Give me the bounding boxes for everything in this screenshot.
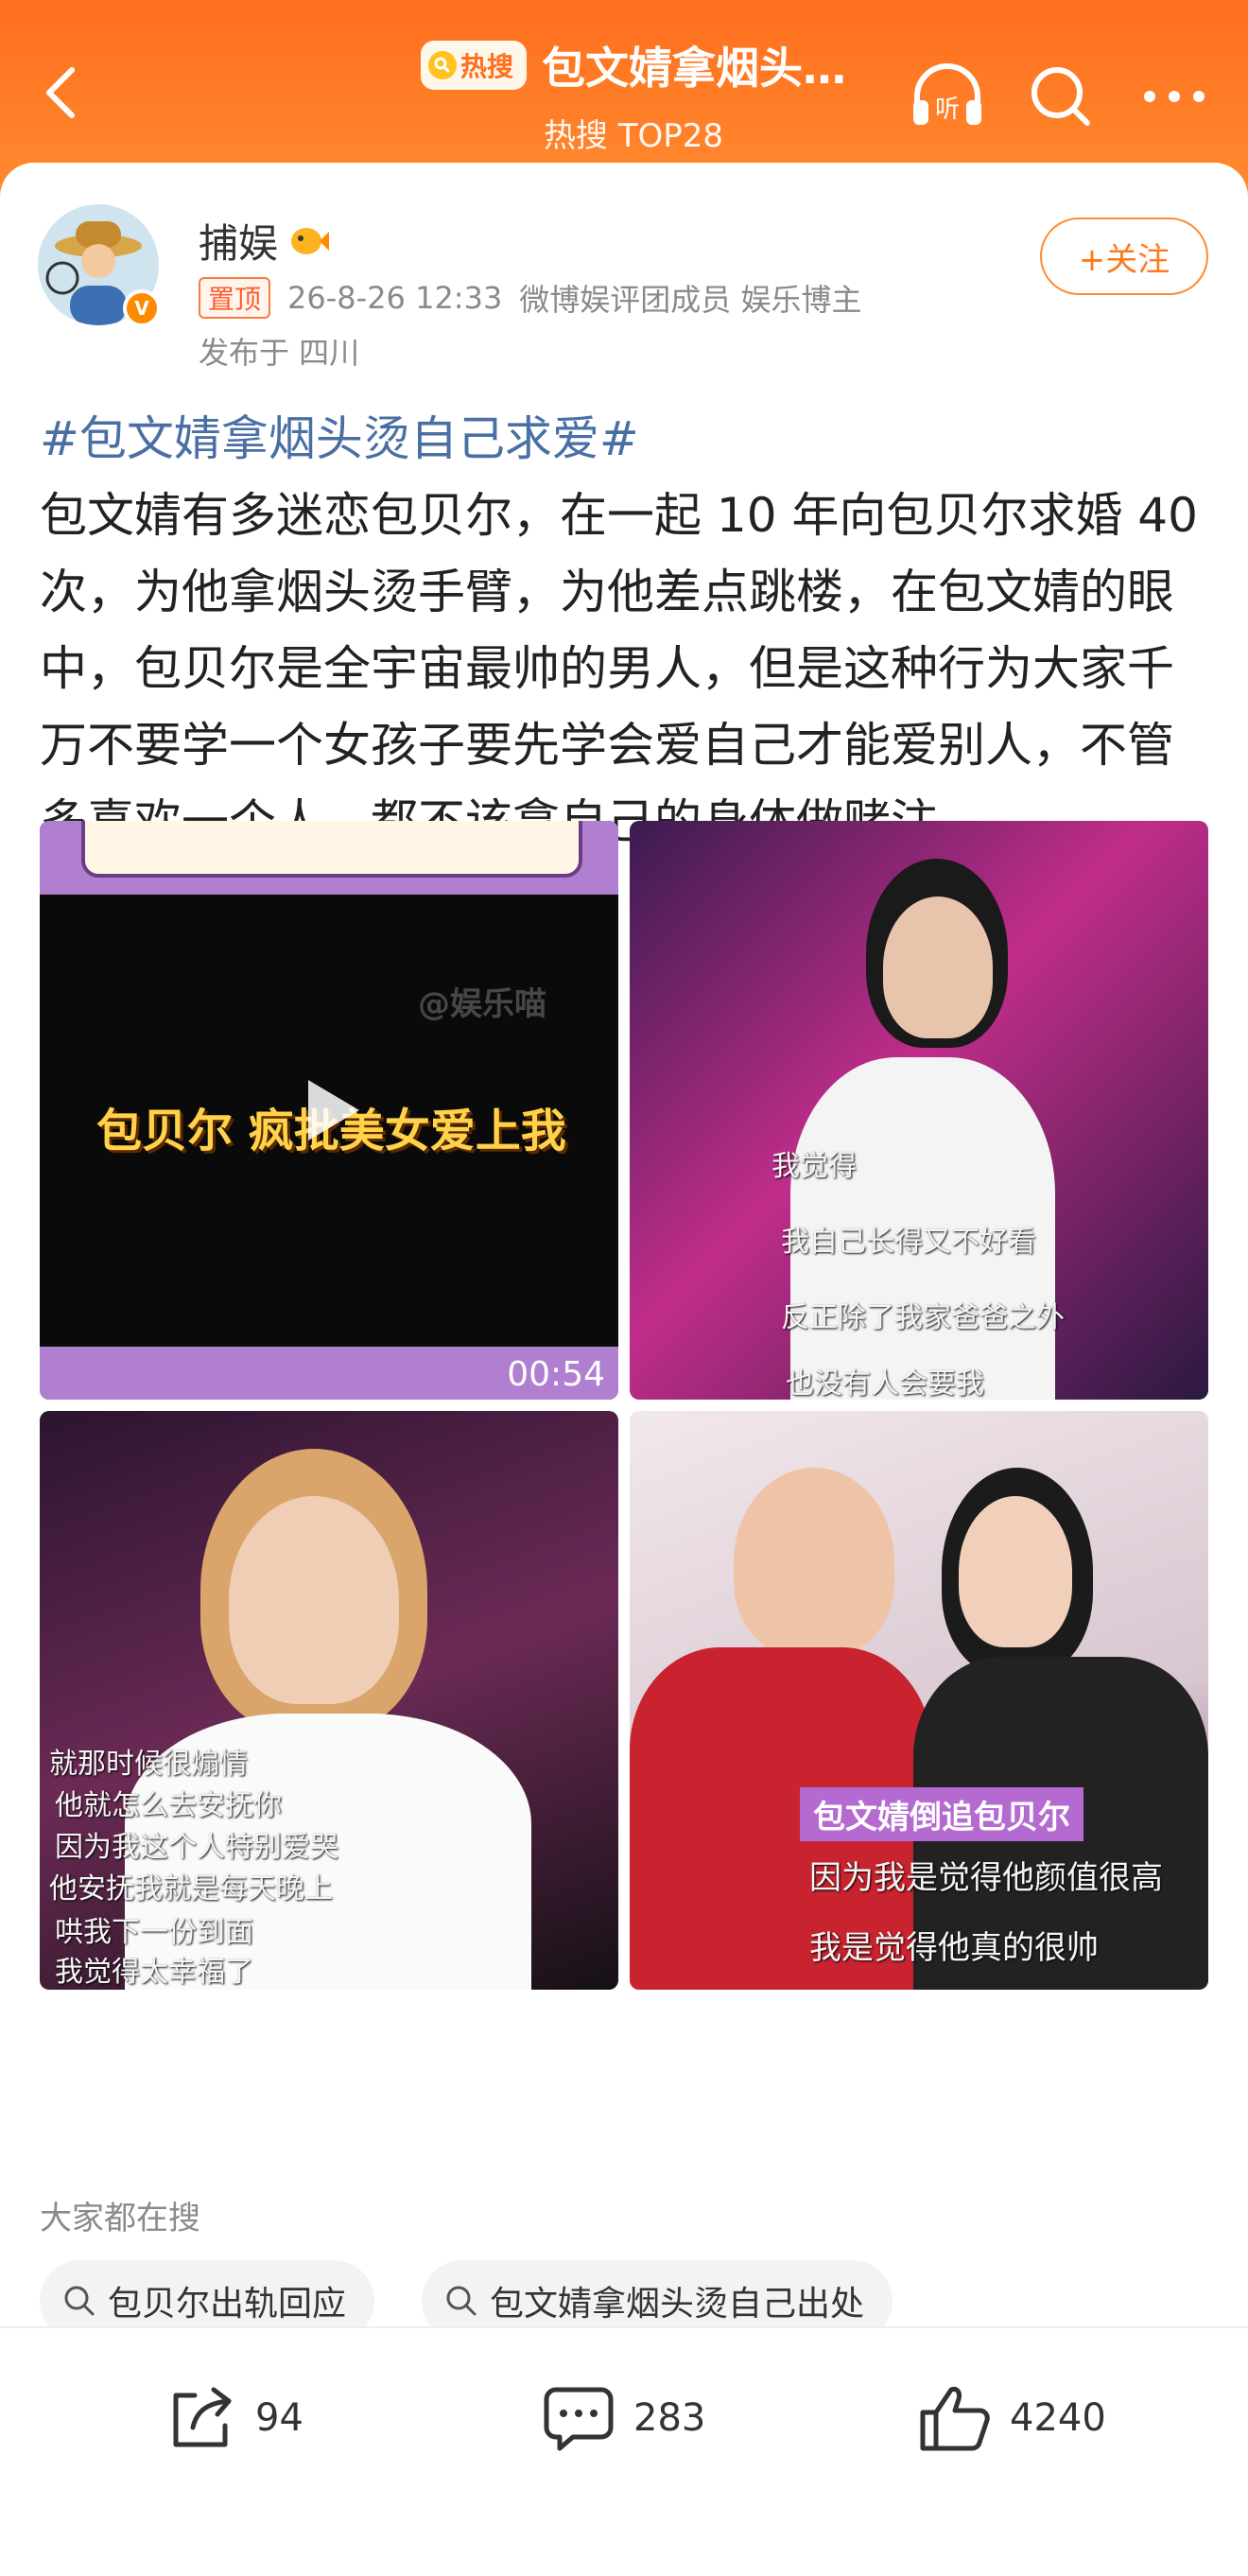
follow-button[interactable]: +关注 <box>1040 218 1208 295</box>
search-icon <box>64 2286 95 2316</box>
play-icon[interactable] <box>291 1072 367 1148</box>
video-watermark: @娱乐喵 <box>418 985 546 1023</box>
post-location: 发布于 四川 <box>199 335 360 371</box>
share-icon <box>173 2387 232 2447</box>
hashtag-link[interactable]: #包文婧拿烟头烫自己求爱# <box>40 401 1212 478</box>
image-thumbnail[interactable]: 就那时候很煽情 他就怎么去安抚你 因为我这个人特别爱哭 他安抚我就是每天晚上 哄… <box>40 1411 618 1990</box>
search-icon <box>427 51 457 79</box>
media-grid: @娱乐喵 包贝尔 疯批美女爱上我 00:54 我觉得 我自己长得又不好看 反正除… <box>40 821 1208 1990</box>
search-icon <box>1031 67 1090 126</box>
hot-badge-label: 热搜 <box>459 51 513 82</box>
verified-badge-icon: V <box>123 289 161 327</box>
like-button[interactable]: 4240 <box>917 2376 1106 2461</box>
pinned-badge: 置顶 <box>199 277 271 319</box>
more-button[interactable] <box>1135 57 1214 136</box>
username-row[interactable]: 捕娱 <box>199 212 330 270</box>
page-title: 包文婧拿烟头… <box>542 43 846 94</box>
related-search-title: 大家都在搜 <box>40 2200 200 2237</box>
comment-count: 283 <box>633 2396 706 2440</box>
like-count: 4240 <box>1010 2396 1106 2440</box>
headphones-icon: 听 <box>913 63 981 125</box>
action-bar: 94 283 4240 <box>0 2326 1248 2576</box>
post-timestamp: 26-8-26 12:33 <box>287 280 503 316</box>
listen-button[interactable]: 听 <box>908 57 987 136</box>
page-subtitle: 热搜 TOP28 <box>543 117 724 155</box>
search-icon <box>446 2286 477 2316</box>
search-button[interactable] <box>1021 57 1101 136</box>
search-chip-label: 包贝尔出轨回应 <box>108 2285 347 2324</box>
more-dots-icon <box>1144 91 1205 102</box>
author-roles: 微博娱评团成员 娱乐博主 <box>519 282 862 318</box>
header-title-block: 热搜 包文婧拿烟头… 热搜 TOP28 <box>369 34 898 156</box>
username: 捕娱 <box>199 220 279 267</box>
image-thumbnail[interactable]: 我觉得 我自己长得又不好看 反正除了我家爸爸之外 也没有人会要我 <box>630 821 1208 1400</box>
search-chip-label: 包文婧拿烟头烫自己出处 <box>490 2285 865 2324</box>
image-thumbnail[interactable]: 包文婧倒追包贝尔 因为我是觉得他颜值很高 我是觉得他真的很帅 <box>630 1411 1208 1990</box>
hot-search-badge: 热搜 <box>420 41 527 90</box>
post-text: #包文婧拿烟头烫自己求爱# 包文婧有多迷恋包贝尔，在一起 10 年向包贝尔求婚 … <box>40 401 1212 861</box>
tile4-label: 包文婧倒追包贝尔 <box>800 1787 1083 1841</box>
comment-icon <box>544 2387 614 2451</box>
video-thumbnail[interactable]: @娱乐喵 包贝尔 疯批美女爱上我 00:54 <box>40 821 618 1400</box>
repost-button[interactable]: 94 <box>166 2376 303 2461</box>
back-button[interactable] <box>26 59 95 127</box>
chevron-left-icon <box>46 67 75 118</box>
thumbs-up-icon <box>920 2387 990 2451</box>
svg-text:听: 听 <box>935 96 960 124</box>
comment-button[interactable]: 283 <box>541 2376 705 2461</box>
fish-badge-icon <box>291 227 330 254</box>
post-meta: 置顶 26-8-26 12:33 微博娱评团成员 娱乐博主 <box>199 276 861 320</box>
video-duration: 00:54 <box>507 1355 605 1394</box>
repost-count: 94 <box>255 2396 303 2440</box>
post-body: 包文婧有多迷恋包贝尔，在一起 10 年向包贝尔求婚 40 次，为他拿烟头烫手臂，… <box>40 488 1198 849</box>
